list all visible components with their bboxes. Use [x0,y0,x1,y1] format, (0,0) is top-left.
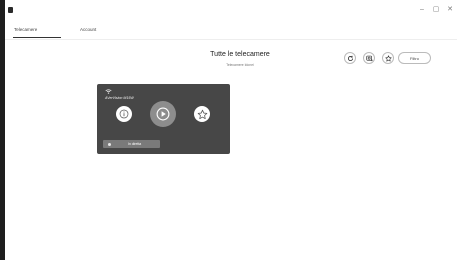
tab-bar: Telecamere Account [5,22,457,40]
tab-divider [5,39,457,40]
filter-button[interactable]: Filtro [398,52,431,64]
live-indicator-icon [108,142,111,146]
close-button[interactable]: ✕ [443,0,457,18]
add-camera-button[interactable] [363,52,375,64]
active-tab-indicator [13,37,61,38]
tab-account[interactable]: Account [80,27,96,32]
star-icon [197,109,207,119]
page-subtitle: Telecamere Idonei [226,63,254,67]
play-icon [156,107,170,121]
camera-card[interactable]: AVerVision M15W In diretta [97,84,230,154]
tab-telecamere[interactable]: Telecamere [14,27,37,32]
app-icon [8,7,13,13]
favorite-button[interactable] [194,106,210,122]
favorite-icon [384,54,392,61]
camera-name: AVerVision M15W [105,96,134,100]
minimize-button[interactable]: – [415,0,429,18]
info-icon [119,109,129,119]
window-controls: – ▢ ✕ [415,0,457,18]
refresh-icon [347,55,353,61]
refresh-button[interactable] [344,52,356,64]
maximize-button[interactable]: ▢ [429,0,443,18]
add-camera-icon [365,55,373,61]
info-button[interactable] [116,106,132,122]
play-button[interactable] [150,101,176,127]
wifi-icon [105,89,112,94]
live-button[interactable]: In diretta [103,140,160,148]
page-title: Tutte le telecamere [210,51,270,58]
favorites-button[interactable] [382,52,394,64]
live-label: In diretta [128,142,142,146]
